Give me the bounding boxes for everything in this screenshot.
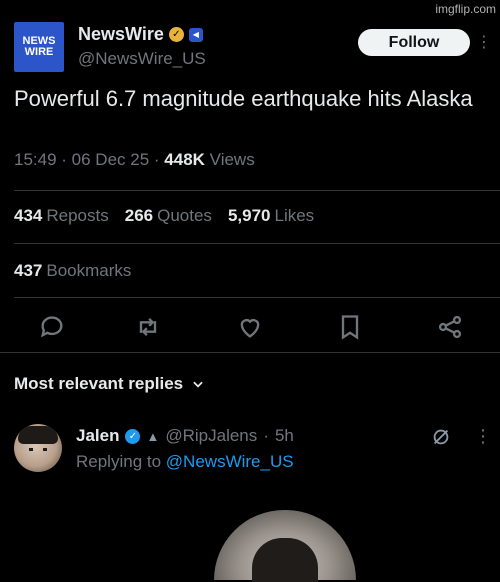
reply-time[interactable]: 5h [275, 426, 294, 446]
action-bar [0, 313, 500, 341]
tweet-date[interactable]: 06 Dec 25 [72, 150, 150, 169]
replies-sort-dropdown[interactable]: Most relevant replies [14, 374, 205, 394]
newswire-avatar[interactable]: NEWS WIRE [14, 22, 64, 72]
follow-button[interactable]: Follow [358, 29, 470, 56]
tweet-time[interactable]: 15:49 [14, 150, 57, 169]
likes-label: Likes [274, 206, 315, 225]
media-figure-shape [252, 538, 318, 582]
meta-separator: · [153, 150, 165, 169]
like-icon[interactable] [236, 313, 264, 341]
likes-stat[interactable]: 5,970 Likes [228, 206, 314, 226]
reply-icon[interactable] [38, 313, 66, 341]
tweet-meta: 15:49 · 06 Dec 25 · 448K Views [14, 150, 255, 170]
account-name-block: NewsWire ✓ ◀ @NewsWire_US [78, 24, 206, 69]
repost-icon[interactable] [134, 313, 162, 341]
divider [0, 352, 500, 353]
engagement-stats: 434 Reposts 266 Quotes 5,970 Likes [14, 206, 314, 226]
share-icon[interactable] [436, 313, 464, 341]
views-count: 448K [164, 150, 205, 169]
account-handle[interactable]: @NewsWire_US [78, 49, 206, 69]
bookmarks-count: 437 [14, 261, 43, 280]
quotes-label: Quotes [157, 206, 212, 225]
reposts-count: 434 [14, 206, 43, 225]
replying-to-line: Replying to @NewsWire_US [76, 452, 294, 472]
views-label: Views [209, 150, 255, 169]
bookmark-icon[interactable] [336, 313, 364, 341]
avatar-eyes [29, 448, 47, 451]
reply-avatar[interactable] [14, 424, 62, 472]
reply-author-handle[interactable]: @RipJalens [165, 426, 257, 446]
reply-body: Jalen ✓ ▲ @RipJalens · 5h Replying to @N… [76, 426, 294, 472]
account-display-name[interactable]: NewsWire [78, 24, 164, 45]
affiliate-badge-icon: ▲ [146, 428, 160, 444]
reply-author-name[interactable]: Jalen [76, 426, 119, 446]
reply-more-options-icon[interactable]: ⋮ [474, 424, 492, 448]
meta-separator: · [61, 150, 72, 169]
replies-sort-label: Most relevant replies [14, 374, 184, 393]
gold-verified-icon: ✓ [168, 27, 184, 42]
reply-media-preview[interactable] [214, 510, 356, 582]
reposts-label: Reposts [46, 206, 109, 225]
blue-verified-icon: ✓ [125, 428, 141, 444]
tweet-header: NEWS WIRE NewsWire ✓ ◀ @NewsWire_US Foll… [14, 22, 492, 72]
bookmarks-label: Bookmarks [46, 261, 132, 280]
bookmarks-stat[interactable]: 437 Bookmarks [14, 261, 131, 281]
avatar-hair [18, 426, 58, 444]
quotes-count: 266 [124, 206, 154, 225]
imgflip-watermark: imgflip.com [435, 2, 496, 16]
quotes-stat[interactable]: 266 Quotes [125, 206, 212, 226]
replying-to-mention[interactable]: @NewsWire_US [166, 452, 294, 471]
chevron-down-icon [193, 381, 203, 388]
divider [14, 243, 500, 244]
account-display-name-row: NewsWire ✓ ◀ [78, 24, 206, 45]
reposts-stat[interactable]: 434 Reposts [14, 206, 109, 226]
tweet-text: Powerful 6.7 magnitude earthquake hits A… [14, 86, 473, 111]
replying-to-prefix: Replying to [76, 452, 162, 471]
logo-line-2: WIRE [24, 46, 54, 58]
likes-count: 5,970 [227, 206, 271, 225]
divider [14, 297, 500, 298]
reply-header-row: Jalen ✓ ▲ @RipJalens · 5h [76, 426, 294, 446]
reply-separator: · [263, 426, 269, 445]
more-options-icon[interactable]: ⋮ [476, 32, 492, 54]
affiliate-badge-icon: ◀ [188, 27, 203, 42]
reply-item[interactable]: Jalen ✓ ▲ @RipJalens · 5h Replying to @N… [14, 424, 500, 484]
divider [14, 190, 500, 191]
grok-icon[interactable] [430, 426, 452, 448]
